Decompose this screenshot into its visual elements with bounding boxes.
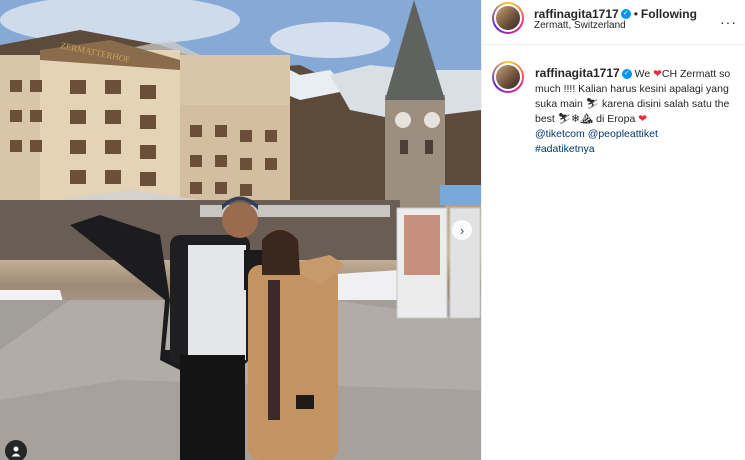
chevron-right-icon: › xyxy=(459,222,465,238)
post-sidebar: raffinagita1717 ✓ • Following Zermatt, Swit… xyxy=(481,0,745,460)
separator-dot: • xyxy=(633,7,638,21)
more-options-icon[interactable]: ··· xyxy=(720,14,737,30)
heart-icon: ❤ xyxy=(653,68,662,80)
caption-username[interactable]: raffinagita1717 xyxy=(535,66,620,80)
ski-snow-mountain-icons: ⛷❄⛰ xyxy=(557,113,594,125)
caption-text-4: di Eropa xyxy=(596,113,636,125)
caption-text-1: We xyxy=(634,68,651,80)
author-avatar[interactable] xyxy=(492,2,524,34)
location-link[interactable]: Zermatt, Switzerland xyxy=(534,20,626,31)
tagged-users-button[interactable] xyxy=(5,440,27,460)
heart-icon-2: ❤ xyxy=(638,113,648,125)
carousel-next-button[interactable]: › xyxy=(452,220,472,240)
caption-avatar[interactable] xyxy=(492,61,524,93)
photo-scene: ZERMATTERHOF xyxy=(0,0,481,460)
mention-tiketcom[interactable]: @tiketcom xyxy=(535,128,585,140)
post-caption: raffinagita1717 ✓ We ❤CH Zermatt so much … xyxy=(535,66,740,157)
skier-icon: ⛷ xyxy=(585,98,600,110)
verified-badge-icon: ✓ xyxy=(620,8,631,19)
caption-verified-badge-icon: ✓ xyxy=(621,69,632,80)
following-button[interactable]: Following xyxy=(641,7,697,21)
post-image[interactable]: ZERMATTERHOF › xyxy=(0,0,481,460)
author-username[interactable]: raffinagita1717 xyxy=(534,7,619,21)
user-icon xyxy=(11,446,21,457)
hashtag-adatiketnya[interactable]: #adatiketnya xyxy=(535,143,595,155)
post-header: raffinagita1717 ✓ • Following Zermatt, Swit… xyxy=(482,0,745,45)
mention-peopleattiket[interactable]: @peopleattiket xyxy=(588,128,658,140)
